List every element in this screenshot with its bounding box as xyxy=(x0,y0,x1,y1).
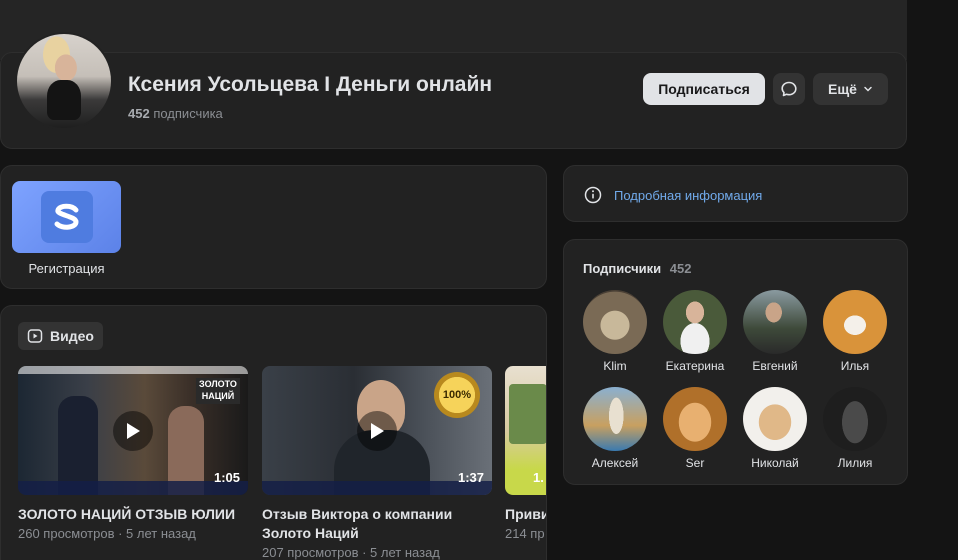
avatar-image xyxy=(17,34,111,128)
subscriber-avatar[interactable] xyxy=(743,387,807,451)
subscriber-item[interactable]: Евгений xyxy=(743,290,807,373)
links-section: Регистрация xyxy=(0,165,547,289)
group-page: Ксения Усольцева I Деньги онлайн 452 под… xyxy=(0,0,958,560)
subscribers-count-word: подписчика xyxy=(153,106,223,121)
subscriber-name[interactable]: Klim xyxy=(603,359,626,373)
message-button[interactable] xyxy=(773,73,805,105)
message-icon xyxy=(781,81,797,97)
video-title[interactable]: Приви xyxy=(505,505,546,524)
profile-header xyxy=(0,52,907,149)
video-thumbnail[interactable]: ЗОЛОТО НАЦИЙ 1:05 xyxy=(18,366,248,495)
subscriber-item[interactable]: Екатерина xyxy=(663,290,727,373)
subscribers-count-number: 452 xyxy=(128,106,150,121)
subscribers-section: Подписчики 452 Klim Екатерина Евгений Ил… xyxy=(563,239,908,485)
subscriber-name[interactable]: Екатерина xyxy=(666,359,725,373)
video-item[interactable]: 1. Приви 214 пр xyxy=(505,366,546,541)
subscribers-title-count: 452 xyxy=(669,261,692,276)
detailed-info-label: Подробная информация xyxy=(614,187,763,203)
video-meta: 260 просмотров · 5 лет назад xyxy=(18,526,196,541)
subscriber-avatar[interactable] xyxy=(823,290,887,354)
subscriber-item[interactable]: Илья xyxy=(823,290,887,373)
more-button[interactable]: Ещё xyxy=(813,73,888,105)
subscriber-name[interactable]: Ser xyxy=(686,456,705,470)
subscriber-item[interactable]: Алексей xyxy=(583,387,647,470)
subscriber-avatar[interactable] xyxy=(583,387,647,451)
subscriber-avatar[interactable] xyxy=(823,387,887,451)
subscribers-grid: Klim Екатерина Евгений Илья Алексей Ser xyxy=(583,290,893,470)
subscribe-button[interactable]: Подписаться xyxy=(643,73,765,105)
subscriber-avatar[interactable] xyxy=(743,290,807,354)
link-logo-icon xyxy=(40,191,93,243)
video-meta: 214 пр xyxy=(505,526,545,541)
video-duration: 1. xyxy=(533,470,544,485)
videos-section: Видео ЗОЛОТО НАЦИЙ 1:05 ЗОЛОТО НАЦИЙ ОТЗ… xyxy=(0,305,547,560)
info-section: Подробная информация xyxy=(563,165,908,222)
subscriber-avatar[interactable] xyxy=(663,387,727,451)
play-icon xyxy=(113,410,153,451)
subscribers-title-label: Подписчики xyxy=(583,261,662,276)
info-icon xyxy=(584,186,602,204)
videos-tab-label: Видео xyxy=(50,328,94,344)
more-button-label: Ещё xyxy=(828,81,857,97)
video-title[interactable]: Отзыв Виктора о компании Золото Наций xyxy=(262,505,492,543)
video-thumbnail[interactable]: 100% 1:37 xyxy=(262,366,492,495)
video-item[interactable]: ЗОЛОТО НАЦИЙ 1:05 ЗОЛОТО НАЦИЙ ОТЗЫВ ЮЛИ… xyxy=(18,366,248,541)
video-item[interactable]: 100% 1:37 Отзыв Виктора о компании Золот… xyxy=(262,366,492,560)
chevron-down-icon xyxy=(864,86,872,92)
video-icon xyxy=(27,329,43,343)
video-meta: 207 просмотров · 5 лет назад xyxy=(262,545,440,560)
link-tile-registration[interactable] xyxy=(12,181,121,253)
video-duration: 1:37 xyxy=(457,470,484,485)
link-label-registration[interactable]: Регистрация xyxy=(12,261,121,276)
video-title[interactable]: ЗОЛОТО НАЦИЙ ОТЗЫВ ЮЛИИ xyxy=(18,505,248,524)
subscriber-name[interactable]: Алексей xyxy=(592,456,638,470)
page-title: Ксения Усольцева I Деньги онлайн xyxy=(128,73,493,96)
subscribers-count[interactable]: 452 подписчика xyxy=(128,106,223,121)
subscriber-item[interactable]: Лилия xyxy=(823,387,887,470)
subscriber-item[interactable]: Ser xyxy=(663,387,727,470)
subscriber-avatar[interactable] xyxy=(583,290,647,354)
subscriber-name[interactable]: Илья xyxy=(841,359,869,373)
avatar[interactable] xyxy=(15,32,113,130)
subscriber-name[interactable]: Николай xyxy=(751,456,799,470)
subscriber-item[interactable]: Николай xyxy=(743,387,807,470)
cover-image xyxy=(0,0,907,60)
subscriber-avatar[interactable] xyxy=(663,290,727,354)
play-icon xyxy=(357,410,397,451)
video-duration: 1:05 xyxy=(213,470,240,485)
subscribers-title[interactable]: Подписчики 452 xyxy=(583,261,691,276)
subscriber-name[interactable]: Евгений xyxy=(752,359,797,373)
subscriber-item[interactable]: Klim xyxy=(583,290,647,373)
video-thumbnail[interactable]: 1. xyxy=(505,366,546,495)
subscriber-name[interactable]: Лилия xyxy=(838,456,873,470)
detailed-info-link[interactable]: Подробная информация xyxy=(584,186,762,204)
videos-tab[interactable]: Видео xyxy=(18,322,103,350)
